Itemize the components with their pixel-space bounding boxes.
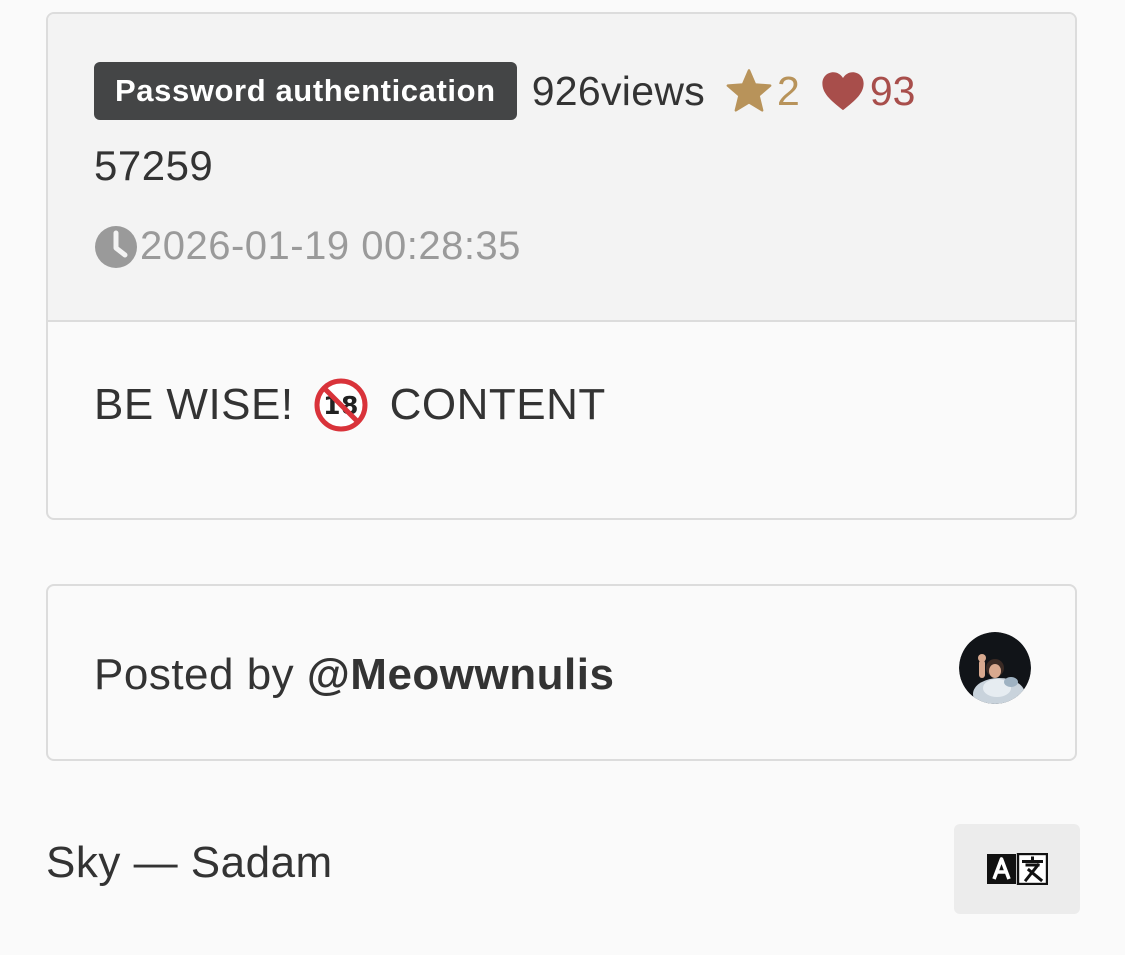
posted-by-line: Posted by @Meowwnulis [94,650,614,700]
heart-icon [822,72,864,111]
star-count[interactable]: 2 [725,68,800,115]
page: Password authentication 926views 2 93 57… [0,0,1125,955]
translate-button[interactable] [954,824,1080,914]
footer-caption: Sky — Sadam [46,838,333,887]
post-header: Password authentication 926views 2 93 57… [48,14,1075,322]
author-card: Posted by @Meowwnulis [46,584,1077,761]
post-number: 57259 [94,142,214,189]
clock-icon [95,225,137,268]
password-authentication-badge[interactable]: Password authentication [94,62,517,120]
author-handle-link[interactable]: @Meowwnulis [307,650,615,699]
star-count-value: 2 [777,67,800,114]
post-body-before: BE WISE! [94,380,294,429]
post-card: Password authentication 926views 2 93 57… [46,12,1077,520]
view-count: 926views [531,67,706,114]
post-meta-row: Password authentication 926views 2 93 [94,62,915,120]
no-one-under-eighteen-icon: 18 [314,378,368,432]
post-body-after: CONTENT [389,380,606,429]
post-timestamp: 2026-01-19 00:28:35 [140,224,521,268]
like-count[interactable]: 93 [820,67,916,115]
post-body: BE WISE! 18 CONTENT [94,378,606,432]
posted-by-label: Posted by [94,650,307,699]
avatar[interactable] [959,632,1031,704]
translate-icon [987,853,1048,885]
avatar-image [959,632,1031,704]
post-timestamp-row: 2026-01-19 00:28:35 [94,224,521,269]
star-icon [726,69,772,112]
like-count-value: 93 [869,67,916,114]
